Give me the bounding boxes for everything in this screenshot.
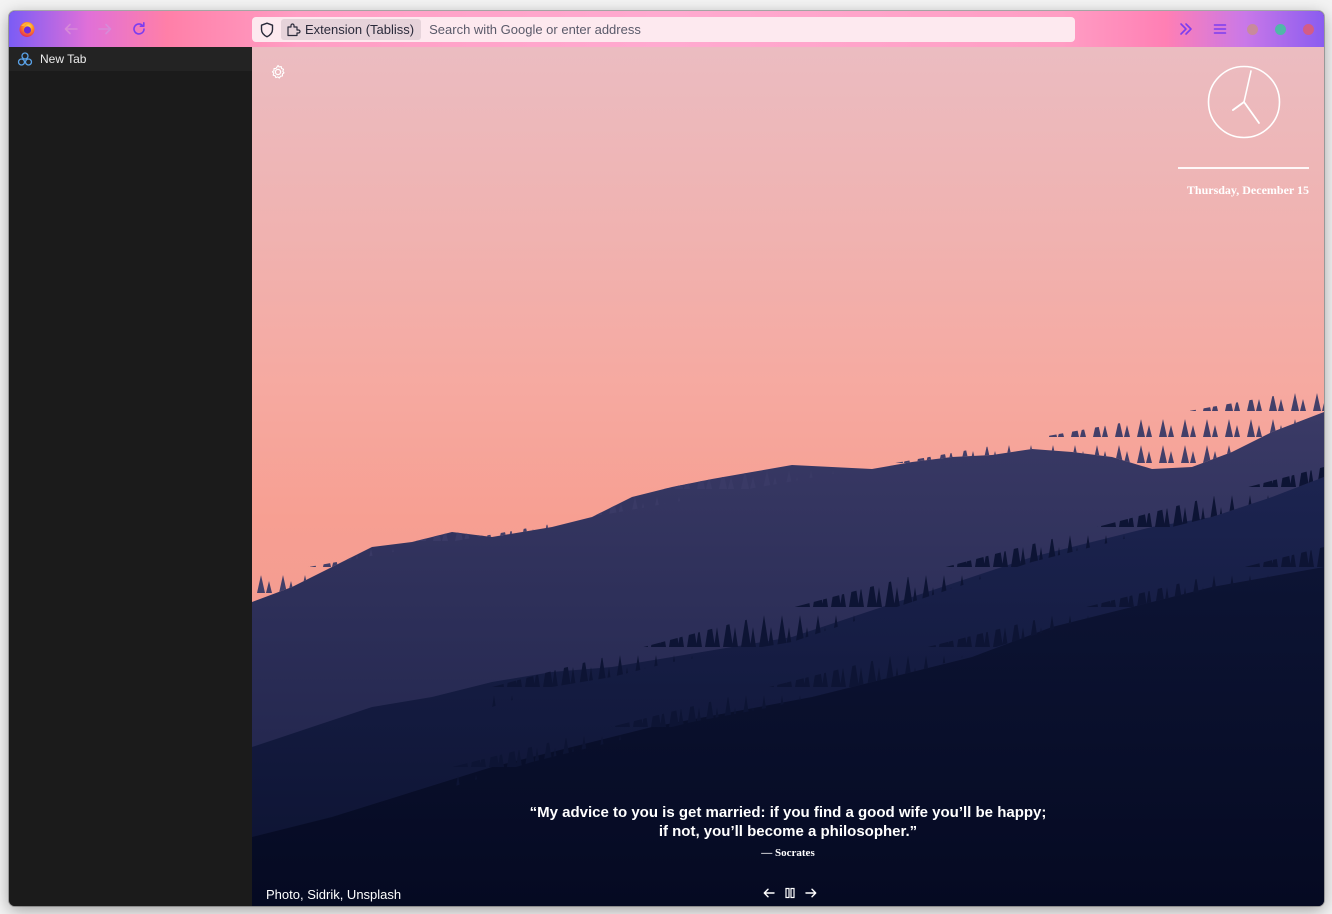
arrow-right-icon [805, 888, 817, 898]
extension-identity-chip[interactable]: Extension (Tabliss) [281, 19, 422, 40]
next-background-button[interactable] [804, 885, 818, 901]
browser-window: Extension (Tabliss) New Tab [9, 11, 1324, 906]
tabliss-icon [17, 52, 33, 66]
reload-icon [133, 22, 145, 35]
tab-new-tab[interactable]: New Tab [9, 47, 252, 71]
clock-divider [1178, 167, 1309, 169]
arrow-left-icon [763, 888, 775, 898]
chevron-double-right-icon [1180, 23, 1192, 35]
date-text: Thursday, December 15 [1186, 183, 1309, 197]
shield-icon[interactable] [255, 17, 279, 42]
browser-toolbar: Extension (Tabliss) [9, 11, 1324, 47]
close-button[interactable] [1303, 24, 1314, 35]
settings-button[interactable] [268, 62, 288, 82]
back-button[interactable] [59, 17, 83, 41]
pause-background-button[interactable] [783, 885, 797, 901]
tab-label: New Tab [40, 52, 87, 66]
gear-icon [271, 64, 285, 79]
minimize-button[interactable] [1247, 24, 1258, 35]
overflow-button[interactable] [1174, 17, 1198, 41]
reload-button[interactable] [127, 17, 151, 41]
puzzle-icon [287, 23, 301, 37]
background-photo [252, 387, 1324, 906]
maximize-button[interactable] [1275, 24, 1286, 35]
address-bar[interactable]: Extension (Tabliss) [252, 17, 1075, 42]
arrow-right-icon [98, 23, 112, 35]
url-input[interactable] [429, 22, 1030, 37]
quote-text: “My advice to you is get married: if you… [452, 803, 1124, 841]
firefox-icon[interactable] [15, 17, 39, 41]
vertical-tabs-sidebar: New Tab [9, 47, 252, 906]
arrow-left-icon [64, 23, 78, 35]
quote-line-1: “My advice to you is get married: if you… [529, 804, 1047, 821]
new-tab-page: Thursday, December 15 “My advice to you … [252, 47, 1324, 906]
menu-button[interactable] [1208, 17, 1232, 41]
extension-label: Extension (Tabliss) [305, 22, 415, 37]
forward-button[interactable] [93, 17, 117, 41]
quote-line-2: if not, you’ll become a philosopher.” [658, 823, 918, 840]
photo-credit[interactable]: Photo, Sidrik, Unsplash [266, 887, 401, 902]
analog-clock [1207, 65, 1281, 139]
quote-author: — Socrates [761, 847, 815, 859]
previous-background-button[interactable] [762, 885, 776, 901]
background-controls [762, 885, 818, 901]
hamburger-menu-icon [1213, 24, 1227, 34]
pause-icon [785, 887, 795, 899]
